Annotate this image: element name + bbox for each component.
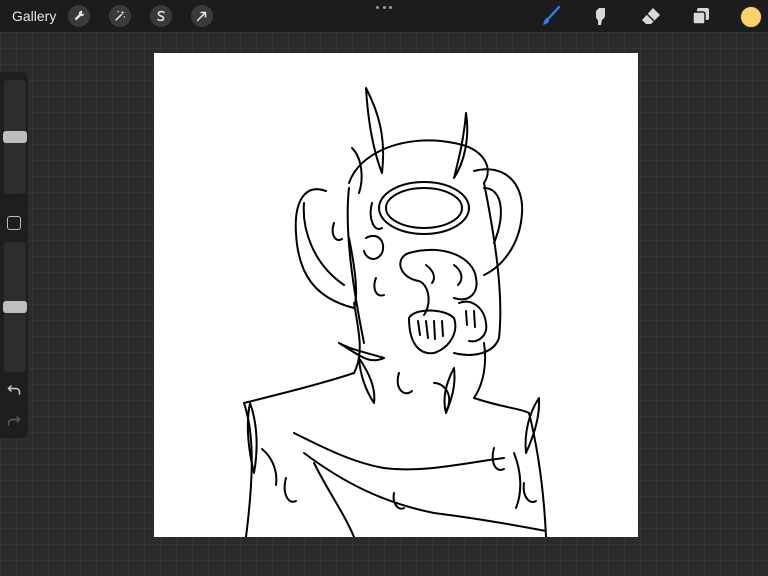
adjustments-button[interactable] — [109, 5, 131, 27]
left-sidebar — [0, 72, 28, 438]
brush-icon — [543, 5, 561, 25]
brush-size-slider[interactable] — [3, 80, 27, 194]
redo-icon — [7, 416, 21, 426]
smudge-tool-button[interactable] — [590, 5, 612, 27]
actions-button[interactable] — [68, 5, 90, 27]
brush-size-thumb[interactable] — [3, 131, 27, 143]
undo-button[interactable] — [7, 383, 21, 397]
eraser-tool-button[interactable] — [640, 5, 662, 27]
current-color-swatch[interactable] — [740, 6, 762, 28]
more-dots-icon[interactable] — [376, 4, 392, 10]
layers-tool-button[interactable] — [690, 5, 712, 27]
line-art-drawing — [243, 87, 547, 537]
magic-wand-icon — [115, 10, 126, 21]
transform-button[interactable] — [191, 5, 213, 27]
undo-icon — [7, 385, 21, 395]
smudge-icon — [596, 8, 605, 25]
gallery-button[interactable]: Gallery — [12, 8, 56, 24]
wrench-icon — [74, 10, 85, 21]
arrow-cursor-icon — [196, 11, 207, 22]
redo-button[interactable] — [7, 414, 21, 428]
drawing-canvas[interactable] — [154, 53, 638, 537]
selection-button[interactable] — [150, 5, 172, 27]
eraser-icon — [642, 8, 660, 24]
top-toolbar: Gallery — [0, 0, 768, 32]
opacity-slider[interactable] — [3, 242, 27, 372]
selection-s-icon — [157, 10, 165, 22]
brush-tool-button[interactable] — [540, 5, 562, 27]
layers-icon — [692, 8, 709, 25]
square-modifier-icon[interactable] — [7, 216, 21, 230]
opacity-thumb[interactable] — [3, 301, 27, 313]
